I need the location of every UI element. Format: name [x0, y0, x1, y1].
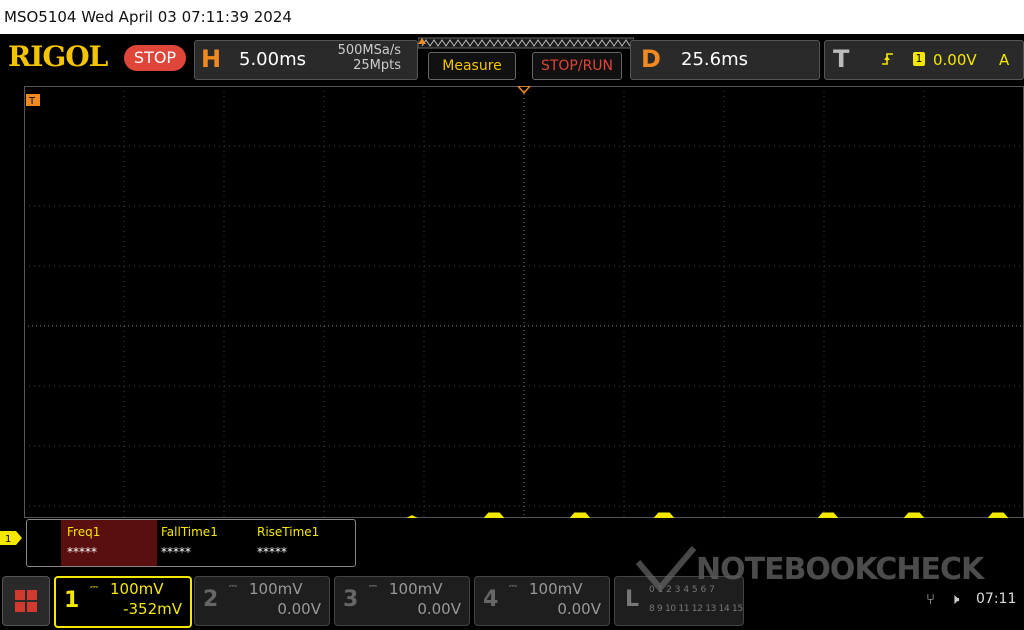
stop-run-button[interactable]: STOP/RUN: [532, 52, 622, 80]
meas-name-risetime: RiseTime1: [257, 525, 320, 539]
trigger-letter: T: [833, 45, 850, 73]
dc-coupling-icon: ⎓: [509, 581, 517, 592]
channel-1-scale: 100mV: [110, 580, 164, 598]
home-menu-button[interactable]: [2, 576, 50, 626]
dc-coupling-icon: ⎓: [369, 581, 377, 592]
horizontal-letter: H: [201, 45, 222, 73]
title-bar: MSO5104 Wed April 03 07:11:39 2024: [0, 0, 1024, 34]
trigger-level-marker: T: [28, 96, 36, 107]
meas-value-risetime: *****: [257, 545, 287, 559]
ch1-level-marker[interactable]: 1: [0, 531, 24, 545]
rising-edge-icon: [882, 53, 893, 65]
grid-menu-icon: [15, 590, 37, 612]
sound-icon: 🕨: [950, 590, 960, 608]
channel-4-number: 4: [483, 587, 499, 612]
trigger-source: 1: [913, 52, 925, 66]
ch1-level-label: 1: [5, 534, 11, 545]
meas-value-freq: *****: [67, 545, 97, 559]
channel-2-number: 2: [203, 587, 219, 612]
horizontal-panel[interactable]: H 5.00ms 500MSa/s 25Mpts: [194, 40, 418, 80]
trigger-panel[interactable]: T 1 0.00V A: [824, 40, 1024, 80]
logic-channels-row2: 8 9 10 11 12 13 14 15: [649, 604, 743, 614]
channel-4-offset: 0.00V: [557, 600, 601, 618]
waveform-display[interactable]: T: [24, 86, 1024, 518]
trigger-position-strip: [418, 37, 634, 49]
checkmark-logo-icon: [635, 546, 697, 593]
trigger-mode: A: [999, 51, 1010, 69]
timebase-value: 5.00ms: [239, 49, 306, 70]
rigol-logo: RIGOL: [8, 40, 108, 73]
trigger-level: 0.00V: [933, 51, 977, 69]
usb-icon: ⑂: [926, 590, 936, 608]
channel-1-offset: -352mV: [123, 600, 182, 618]
dc-coupling-icon: ⎓: [229, 581, 237, 592]
channel-4-tile[interactable]: 4 ⎓ 100mV 0.00V: [474, 576, 610, 626]
sample-rate: 500MSa/s: [337, 43, 401, 58]
measure-button[interactable]: Measure: [428, 52, 516, 80]
status-time: 07:11: [976, 591, 1017, 607]
notebookcheck-watermark: NOTEBOOKCHECK: [696, 552, 984, 587]
delay-panel[interactable]: D 25.6ms: [630, 40, 820, 80]
channel-3-offset: 0.00V: [417, 600, 461, 618]
delay-value: 25.6ms: [681, 49, 748, 70]
channel-2-tile[interactable]: 2 ⎓ 100mV 0.00V: [194, 576, 330, 626]
meas-value-falltime: *****: [161, 545, 191, 559]
dc-coupling-icon: ⎓: [90, 582, 98, 593]
delay-letter: D: [641, 45, 661, 73]
channel-2-offset: 0.00V: [277, 600, 321, 618]
channel-2-scale: 100mV: [249, 580, 303, 598]
channel-4-scale: 100mV: [529, 580, 583, 598]
channel-1-tile[interactable]: 1 ⎓ 100mV -352mV: [54, 576, 192, 628]
channel-1-number: 1: [64, 588, 80, 613]
channel-3-tile[interactable]: 3 ⎓ 100mV 0.00V: [334, 576, 470, 626]
channel-3-scale: 100mV: [389, 580, 443, 598]
memory-depth: 25Mpts: [353, 58, 401, 73]
meas-name-freq: Freq1: [67, 525, 101, 539]
measurement-panel[interactable]: Freq1 ***** FallTime1 ***** RiseTime1 **…: [26, 519, 356, 567]
run-state-badge[interactable]: STOP: [124, 45, 186, 71]
meas-name-falltime: FallTime1: [161, 525, 218, 539]
channel-3-number: 3: [343, 587, 359, 612]
device-title: MSO5104 Wed April 03 07:11:39 2024: [4, 8, 292, 26]
